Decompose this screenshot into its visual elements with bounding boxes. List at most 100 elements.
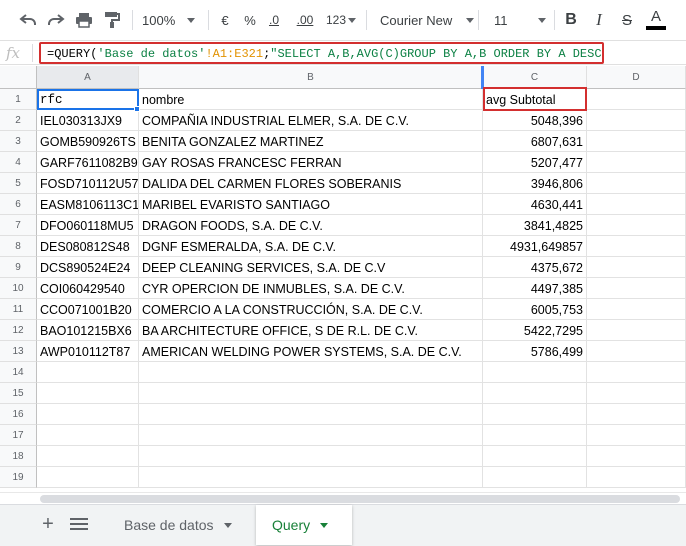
- row-header[interactable]: 17: [0, 425, 37, 446]
- cell-empty[interactable]: [587, 173, 686, 194]
- cell-empty[interactable]: [587, 404, 686, 425]
- undo-icon[interactable]: [16, 8, 40, 32]
- cell-rfc[interactable]: IEL030313JX9: [37, 110, 139, 131]
- row-header[interactable]: 10: [0, 278, 37, 299]
- row-header[interactable]: 18: [0, 446, 37, 467]
- column-header-d[interactable]: D: [587, 66, 686, 89]
- column-header-b[interactable]: B: [139, 66, 483, 89]
- cell-nombre[interactable]: BA ARCHITECTURE OFFICE, S DE R.L. DE C.V…: [139, 320, 483, 341]
- cell-nombre[interactable]: DRAGON FOODS, S.A. DE C.V.: [139, 215, 483, 236]
- row-header[interactable]: 5: [0, 173, 37, 194]
- cell-avg-subtotal[interactable]: 6807,631: [483, 131, 587, 152]
- cell-avg-subtotal[interactable]: 5048,396: [483, 110, 587, 131]
- cell-avg-subtotal[interactable]: [483, 425, 587, 446]
- cell-rfc[interactable]: CCO071001B20: [37, 299, 139, 320]
- row-header[interactable]: 16: [0, 404, 37, 425]
- row-header[interactable]: 15: [0, 383, 37, 404]
- text-color-button[interactable]: A: [646, 8, 666, 32]
- formula-input[interactable]: =QUERY('Base de datos'!A1:E321;"SELECT A…: [39, 42, 604, 64]
- cell-empty[interactable]: [587, 341, 686, 362]
- cell-empty[interactable]: [587, 257, 686, 278]
- cell-rfc[interactable]: [37, 362, 139, 383]
- percent-format-button[interactable]: %: [241, 8, 259, 32]
- print-icon[interactable]: [72, 8, 96, 32]
- cell-avg-subtotal[interactable]: 3946,806: [483, 173, 587, 194]
- cell-nombre[interactable]: COMPAÑIA INDUSTRIAL ELMER, S.A. DE C.V.: [139, 110, 483, 131]
- decrease-decimals-button[interactable]: .0: [264, 8, 284, 32]
- cell-avg-subtotal[interactable]: 4931,649857: [483, 236, 587, 257]
- cell-avg-subtotal[interactable]: 4497,385: [483, 278, 587, 299]
- cell-empty[interactable]: [587, 446, 686, 467]
- cell-rfc[interactable]: GARF7611082B9: [37, 152, 139, 173]
- cell-nombre[interactable]: [139, 446, 483, 467]
- cell-avg-subtotal[interactable]: 5786,499: [483, 341, 587, 362]
- cell-rfc[interactable]: [37, 383, 139, 404]
- cell-avg-subtotal[interactable]: [483, 404, 587, 425]
- column-header-c[interactable]: C: [483, 66, 587, 89]
- cell-empty[interactable]: [587, 278, 686, 299]
- cell-nombre[interactable]: BENITA GONZALEZ MARTINEZ: [139, 131, 483, 152]
- row-header[interactable]: 4: [0, 152, 37, 173]
- row-header[interactable]: 14: [0, 362, 37, 383]
- paint-format-icon[interactable]: [100, 8, 124, 32]
- increase-decimals-button[interactable]: .00: [292, 8, 318, 32]
- cell-avg-subtotal[interactable]: [483, 446, 587, 467]
- cell-empty[interactable]: [587, 467, 686, 488]
- cell-nombre[interactable]: [139, 362, 483, 383]
- row-header[interactable]: 13: [0, 341, 37, 362]
- row-header[interactable]: 2: [0, 110, 37, 131]
- row-header[interactable]: 12: [0, 320, 37, 341]
- row-header[interactable]: 1: [0, 89, 37, 110]
- cell-empty[interactable]: [587, 89, 686, 110]
- cell-avg-subtotal[interactable]: 5207,477: [483, 152, 587, 173]
- cell-empty[interactable]: [587, 215, 686, 236]
- row-header[interactable]: 6: [0, 194, 37, 215]
- cell-rfc[interactable]: FOSD710112U57: [37, 173, 139, 194]
- header-cell-avg-subtotal[interactable]: avg Subtotal: [483, 89, 587, 110]
- select-all-corner[interactable]: [0, 66, 37, 89]
- cell-empty[interactable]: [587, 110, 686, 131]
- cell-rfc[interactable]: [37, 425, 139, 446]
- cell-nombre[interactable]: [139, 383, 483, 404]
- horizontal-scrollbar[interactable]: [0, 492, 686, 504]
- bold-button[interactable]: B: [562, 8, 580, 32]
- cell-empty[interactable]: [587, 320, 686, 341]
- row-header[interactable]: 19: [0, 467, 37, 488]
- row-header[interactable]: 11: [0, 299, 37, 320]
- sheet-grid[interactable]: A B C D 1 rfc nombre avg Subtotal 2 IEL030313…: [0, 66, 686, 492]
- scrollbar-thumb[interactable]: [40, 495, 680, 503]
- cell-nombre[interactable]: GAY ROSAS FRANCESC FERRAN: [139, 152, 483, 173]
- cell-nombre[interactable]: AMERICAN WELDING POWER SYSTEMS, S.A. DE …: [139, 341, 483, 362]
- cell-avg-subtotal[interactable]: [483, 383, 587, 404]
- cell-avg-subtotal[interactable]: 5422,7295: [483, 320, 587, 341]
- currency-format-button[interactable]: €: [216, 8, 234, 32]
- cell-empty[interactable]: [587, 425, 686, 446]
- more-formats-button[interactable]: 123: [324, 8, 358, 32]
- cell-empty[interactable]: [587, 383, 686, 404]
- fill-handle[interactable]: [134, 106, 140, 112]
- header-cell-nombre[interactable]: nombre: [139, 89, 483, 110]
- font-select[interactable]: Courier New: [380, 8, 475, 32]
- cell-rfc[interactable]: DCS890524E24: [37, 257, 139, 278]
- cell-avg-subtotal[interactable]: 6005,753: [483, 299, 587, 320]
- cell-rfc[interactable]: [37, 446, 139, 467]
- strikethrough-button[interactable]: S: [618, 8, 636, 32]
- cell-nombre[interactable]: DGNF ESMERALDA, S.A. DE C.V.: [139, 236, 483, 257]
- cell-nombre[interactable]: DEEP CLEANING SERVICES, S.A. DE C.V: [139, 257, 483, 278]
- cell-nombre[interactable]: CYR OPERCION DE INMUBLES, S.A. DE C.V.: [139, 278, 483, 299]
- zoom-select[interactable]: 100%: [142, 8, 200, 32]
- cell-rfc[interactable]: AWP010112T87: [37, 341, 139, 362]
- cell-rfc[interactable]: DFO060118MU5: [37, 215, 139, 236]
- cell-empty[interactable]: [587, 194, 686, 215]
- row-header[interactable]: 9: [0, 257, 37, 278]
- cell-nombre[interactable]: [139, 467, 483, 488]
- cell-nombre[interactable]: MARIBEL EVARISTO SANTIAGO: [139, 194, 483, 215]
- cell-rfc[interactable]: GOMB590926TS: [37, 131, 139, 152]
- cell-avg-subtotal[interactable]: [483, 362, 587, 383]
- chevron-down-icon[interactable]: [320, 522, 329, 528]
- cell-empty[interactable]: [587, 131, 686, 152]
- row-header[interactable]: 7: [0, 215, 37, 236]
- column-resize-handle[interactable]: [481, 66, 484, 89]
- cell-nombre[interactable]: DALIDA DEL CARMEN FLORES SOBERANIS: [139, 173, 483, 194]
- italic-button[interactable]: I: [590, 8, 608, 32]
